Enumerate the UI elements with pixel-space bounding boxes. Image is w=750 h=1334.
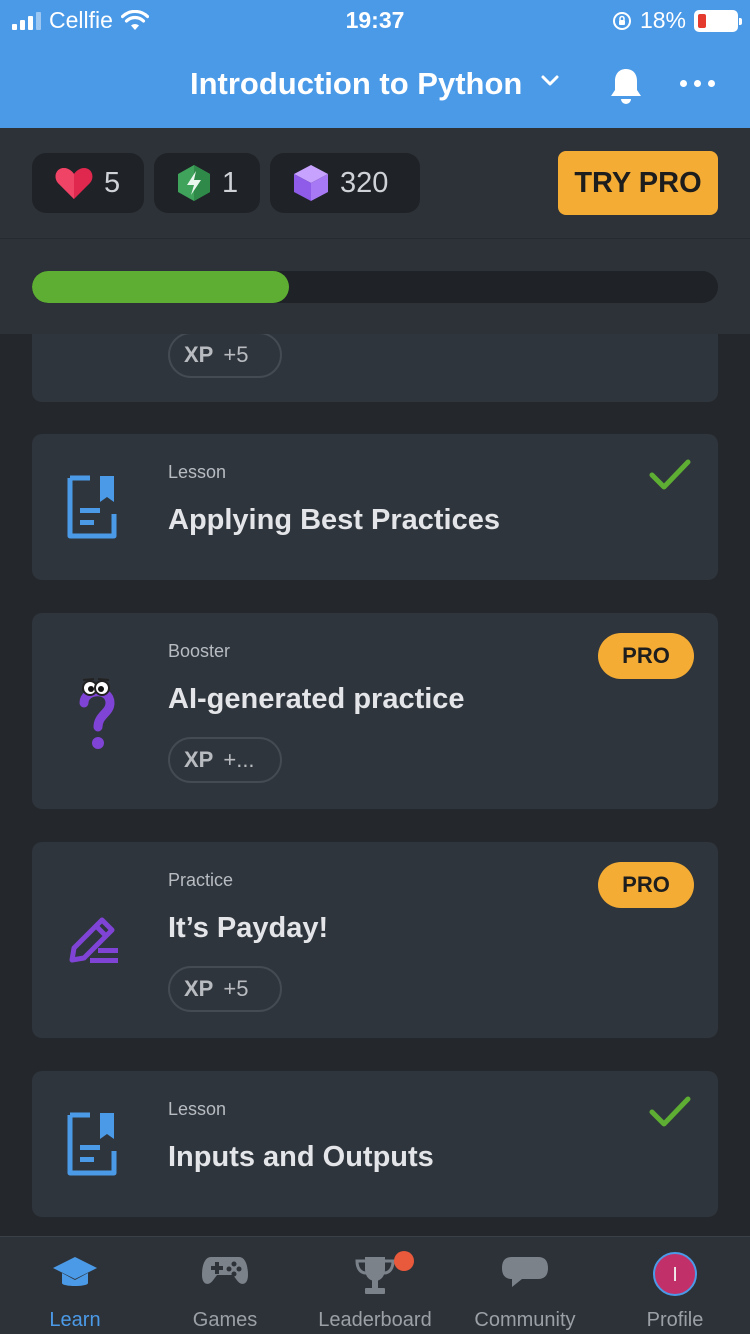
xp-value: +... [223, 747, 255, 772]
gems-count: 320 [340, 166, 389, 199]
status-right: 18% [612, 7, 742, 34]
item-title: Applying Best Practices [168, 504, 500, 536]
progress-track [32, 271, 718, 303]
item-title: AI-generated practice [168, 683, 465, 715]
nav-label: Leaderboard [318, 1309, 432, 1331]
streak-count: 1 [222, 166, 239, 199]
course-title-row: Introduction to Python [0, 62, 750, 110]
gamepad-icon [202, 1257, 248, 1284]
avatar-initial: I [672, 1264, 678, 1286]
more-options-icon[interactable] [680, 80, 715, 87]
energy-bolt-icon [178, 165, 210, 201]
xp-label: XP [184, 342, 214, 367]
course-title[interactable]: Introduction to Python [190, 66, 522, 102]
avatar-icon: I [653, 1252, 697, 1296]
xp-pill: XP +... [168, 737, 282, 783]
gems-chip[interactable]: 320 [270, 153, 420, 213]
list-item[interactable]: Booster AI-generated practice PRO XP +..… [32, 613, 718, 809]
xp-value: +5 [223, 342, 249, 367]
checkmark-icon [649, 1096, 691, 1127]
heart-icon [55, 168, 93, 199]
nav-learn[interactable]: Learn [0, 1237, 150, 1334]
progress-fill [32, 271, 290, 303]
item-type: Lesson [168, 462, 227, 482]
streak-chip[interactable]: 1 [154, 153, 260, 213]
nav-community[interactable]: Community [450, 1237, 600, 1334]
xp-pill: XP +5 [168, 334, 282, 378]
checkmark-icon [649, 459, 691, 490]
question-mark-character-icon [79, 678, 115, 749]
hearts-chip[interactable]: 5 [32, 153, 144, 213]
list-item[interactable]: XP +5 [32, 334, 718, 402]
nav-label: Profile [646, 1309, 704, 1331]
item-type: Booster [168, 641, 231, 661]
notification-dot [394, 1251, 414, 1271]
xp-label: XP [184, 976, 214, 1001]
lesson-document-icon [67, 475, 117, 539]
gem-cube-icon [294, 165, 328, 201]
nav-label: Community [474, 1309, 576, 1331]
course-progress [0, 238, 750, 334]
list-item[interactable]: Lesson Inputs and Outputs [32, 1071, 718, 1217]
lesson-list[interactable]: XP +5 Lesson Applying Best Practices Boo… [0, 334, 750, 1236]
xp-value: +5 [223, 976, 249, 1001]
nav-games[interactable]: Games [150, 1237, 300, 1334]
trophy-icon [355, 1257, 395, 1294]
nav-label: Games [192, 1309, 258, 1331]
xp-pill: XP +5 [168, 966, 282, 1012]
stats-bar: 5 1 320 TRY PRO [0, 128, 750, 238]
rotation-lock-icon [612, 11, 631, 30]
battery-icon [694, 9, 742, 32]
xp-label: XP [184, 747, 214, 772]
lesson-document-icon [67, 1112, 117, 1176]
status-bar: Cellfie 19:37 18% [0, 0, 750, 42]
item-type: Lesson [168, 1099, 227, 1119]
nav-label: Learn [49, 1309, 101, 1331]
try-pro-button[interactable]: TRY PRO [558, 151, 718, 215]
nav-leaderboard[interactable]: Leaderboard [300, 1237, 450, 1334]
graduation-cap-icon [53, 1257, 97, 1286]
battery-percent: 18% [639, 7, 686, 33]
list-item[interactable]: Lesson Applying Best Practices [32, 434, 718, 580]
item-title: Inputs and Outputs [168, 1141, 434, 1173]
chevron-down-icon[interactable] [540, 74, 560, 88]
item-type: Practice [168, 870, 234, 890]
bottom-nav: Learn Games Leaderboard Community I Prof… [0, 1236, 750, 1334]
pencil-edit-icon [69, 917, 118, 963]
chat-bubble-icon [502, 1257, 548, 1287]
item-title: It’s Payday! [168, 912, 329, 944]
hearts-count: 5 [104, 166, 121, 199]
nav-profile[interactable]: I Profile [600, 1237, 750, 1334]
app-header: Cellfie 19:37 18% Introduction to Python [0, 0, 750, 128]
bell-icon[interactable] [608, 66, 644, 106]
pro-badge: PRO [598, 862, 694, 908]
pro-badge: PRO [598, 633, 694, 679]
list-item[interactable]: Practice It’s Payday! PRO XP +5 [32, 842, 718, 1038]
